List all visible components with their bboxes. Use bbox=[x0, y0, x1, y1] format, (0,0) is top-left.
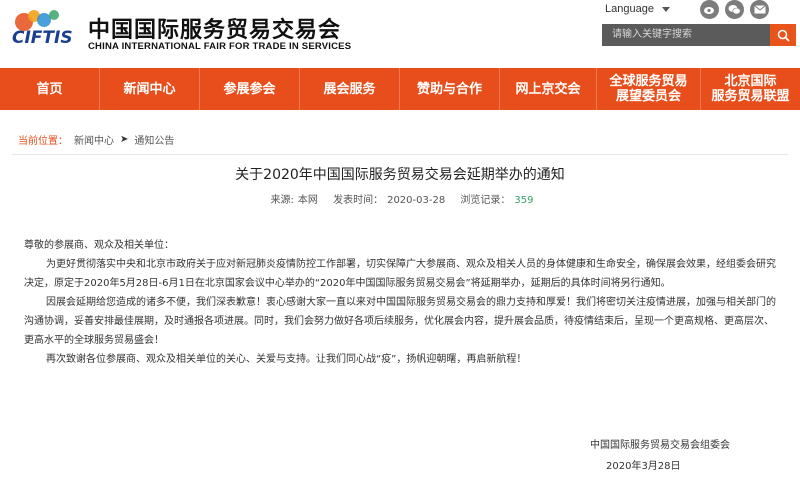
views-label: 浏览记录： bbox=[460, 195, 511, 206]
search-icon bbox=[777, 29, 790, 42]
article-meta: 来源: 本网 发表时间： 2020-03-28 浏览记录： 359 bbox=[0, 191, 800, 206]
signature-date: 2020年3月28日 bbox=[606, 461, 681, 472]
chevron-down-icon bbox=[661, 6, 670, 12]
nav-item-sponsorship[interactable]: 赞助与合作 bbox=[400, 68, 500, 110]
main-nav: 首页 新闻中心 参展参会 展会服务 赞助与合作 网上京交会 全球服务贸易 展望委… bbox=[0, 68, 800, 110]
site-title-cn: 中国国际服务贸易交易会 bbox=[88, 18, 342, 43]
nav-item-services[interactable]: 展会服务 bbox=[300, 68, 400, 110]
nav-item-news[interactable]: 新闻中心 bbox=[100, 68, 200, 110]
search-input[interactable] bbox=[602, 24, 770, 46]
time-label: 发表时间： bbox=[333, 195, 384, 206]
breadcrumb-label: 当前位置： bbox=[18, 136, 68, 147]
breadcrumb-separator-icon: ➤ bbox=[120, 134, 129, 145]
source-label: 来源: bbox=[270, 195, 294, 206]
paragraph: 因展会延期给您造成的诸多不便，我们深表歉意！衷心感谢大家一直以来对中国国际服务贸… bbox=[24, 297, 776, 346]
paragraph: 再次致谢各位参展商、观众及相关单位的关心、关爱与支持。让我们同心战“疫”，扬帆迎… bbox=[46, 354, 527, 365]
breadcrumb-item-notices[interactable]: 通知公告 bbox=[134, 132, 174, 147]
nav-item-global-committee[interactable]: 全球服务贸易 展望委员会 bbox=[597, 68, 701, 110]
article-body: 尊敬的参展商、观众及相关单位： 为更好贯彻落实中央和北京市政府关于应对新冠肺炎疫… bbox=[24, 236, 778, 369]
wechat-icon[interactable] bbox=[725, 0, 744, 19]
site-header: CIFTIS 中国国际服务贸易交易会 CHINA INTERNATIONAL F… bbox=[0, 0, 800, 68]
salutation: 尊敬的参展商、观众及相关单位： bbox=[24, 240, 174, 251]
time-value: 2020-03-28 bbox=[387, 195, 446, 206]
divider bbox=[12, 154, 788, 155]
language-label: Language bbox=[605, 3, 654, 15]
logo-text: CIFTIS bbox=[12, 28, 73, 48]
article-title: 关于2020年中国国际服务贸易交易会延期举办的通知 bbox=[235, 167, 565, 183]
nav-item-online-fair[interactable]: 网上京交会 bbox=[500, 68, 597, 110]
nav-item-beijing-alliance[interactable]: 北京国际 服务贸易联盟 bbox=[701, 68, 800, 110]
site-title-en: CHINA INTERNATIONAL FAIR FOR TRADE IN SE… bbox=[88, 41, 352, 52]
email-icon[interactable] bbox=[750, 0, 769, 19]
breadcrumb-item-news[interactable]: 新闻中心 bbox=[74, 132, 114, 147]
views-count: 359 bbox=[514, 195, 534, 206]
signature: 中国国际服务贸易交易会组委会 bbox=[590, 440, 730, 451]
ciftis-logo[interactable]: CIFTIS bbox=[4, 6, 78, 56]
search-button[interactable] bbox=[770, 24, 796, 46]
breadcrumb: 当前位置： 新闻中心 ➤ 通知公告 bbox=[18, 132, 174, 147]
source-value: 本网 bbox=[297, 195, 318, 206]
language-selector[interactable]: Language bbox=[605, 3, 670, 15]
weibo-icon[interactable] bbox=[700, 0, 719, 19]
article-content: 当前位置： 新闻中心 ➤ 通知公告 关于2020年中国国际服务贸易交易会延期举办… bbox=[0, 110, 800, 479]
paragraph: 为更好贯彻落实中央和北京市政府关于应对新冠肺炎疫情防控工作部署，切实保障广大参展… bbox=[24, 259, 776, 289]
nav-item-exhibit[interactable]: 参展参会 bbox=[200, 68, 300, 110]
nav-item-home[interactable]: 首页 bbox=[0, 68, 100, 110]
